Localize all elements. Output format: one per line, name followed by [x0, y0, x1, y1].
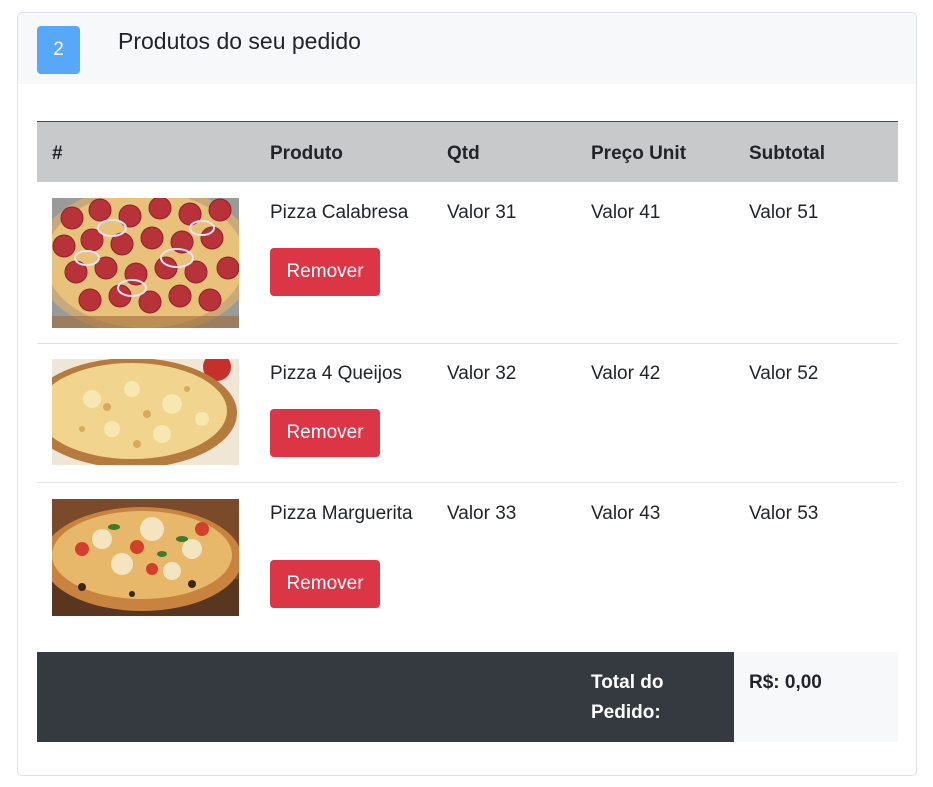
product-name: Pizza 4 Queijos	[270, 363, 403, 384]
qty-value: Valor 32	[447, 363, 517, 384]
table-row: Pizza 4 Queijos Remover Valor 32 Valor 4…	[37, 344, 898, 483]
subtotal-value: Valor 51	[749, 202, 819, 223]
unit-price-value: Valor 41	[591, 202, 661, 223]
table-row: Pizza Calabresa Remover Valor 31 Valor 4…	[37, 182, 898, 344]
pizza-calabresa-image	[52, 198, 239, 328]
remove-button[interactable]: Remover	[270, 560, 380, 608]
remove-button[interactable]: Remover	[270, 248, 380, 296]
product-name: Pizza Marguerita	[270, 503, 413, 524]
step-badge: 2	[37, 26, 80, 74]
column-header-subtotal: Subtotal	[749, 143, 825, 164]
subtotal-value: Valor 53	[749, 503, 819, 524]
order-total-value: R$: 0,00	[749, 672, 822, 693]
qty-value: Valor 31	[447, 202, 517, 223]
column-header-product: Produto	[270, 143, 343, 164]
subtotal-value: Valor 52	[749, 363, 819, 384]
table-row: Pizza Marguerita Remover Valor 33 Valor …	[37, 483, 898, 652]
column-header-qty: Qtd	[447, 143, 480, 164]
card-title: Produtos do seu pedido	[118, 28, 361, 54]
remove-button[interactable]: Remover	[270, 409, 380, 457]
pizza-4-queijos-image	[52, 359, 239, 465]
qty-value: Valor 33	[447, 503, 517, 524]
order-products-card: 2 Produtos do seu pedido # Produto Qtd P…	[17, 12, 917, 776]
pizza-marguerita-image	[52, 499, 239, 616]
column-header-number: #	[52, 143, 63, 164]
order-total-label: Total do Pedido:	[591, 672, 664, 723]
unit-price-value: Valor 43	[591, 503, 661, 524]
product-name: Pizza Calabresa	[270, 202, 409, 223]
card-header: 2 Produtos do seu pedido	[18, 13, 916, 84]
unit-price-value: Valor 42	[591, 363, 661, 384]
column-header-unit-price: Preço Unit	[591, 143, 687, 164]
table-header: # Produto Qtd Preço Unit Subtotal	[37, 121, 898, 182]
